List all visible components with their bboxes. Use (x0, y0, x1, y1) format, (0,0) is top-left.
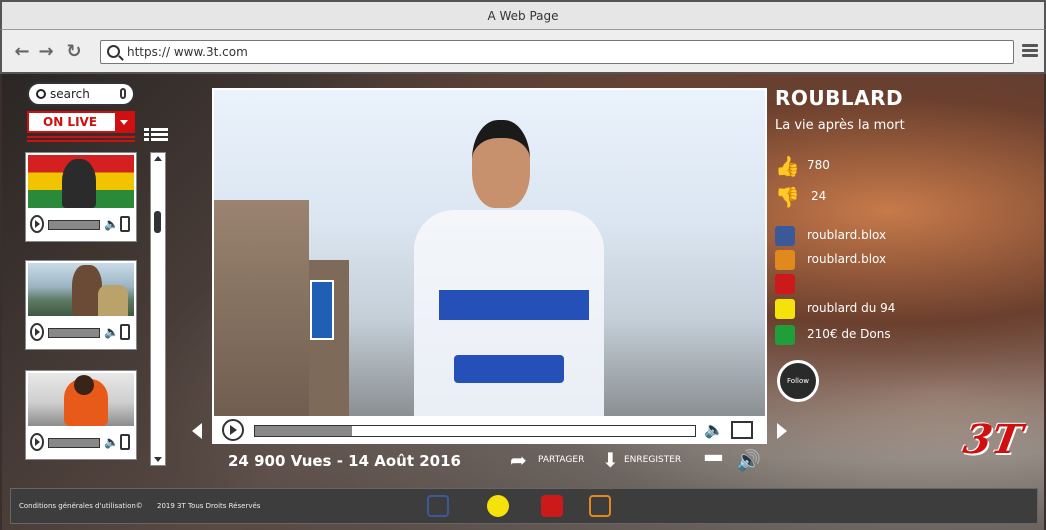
browser-toolbar: ← → ↻ https:// www.3t.com (0, 30, 1046, 74)
list-view-icon[interactable] (144, 128, 168, 146)
volume-icon[interactable]: 🔈 (104, 435, 119, 449)
terms-link[interactable]: Conditions générales d'utilisation© (19, 502, 143, 510)
site-logo: 3T (959, 416, 1026, 463)
list-item[interactable]: 🔈 (25, 370, 137, 460)
video-player[interactable] (212, 88, 767, 418)
facebook-icon (775, 226, 795, 246)
video-frame-building (214, 200, 309, 416)
menu-icon[interactable] (1022, 44, 1038, 58)
thumbnail-image[interactable] (28, 263, 134, 316)
instagram-icon (775, 250, 795, 270)
fullscreen-icon[interactable] (120, 216, 130, 232)
thumbs-up-icon[interactable]: 👍 (775, 154, 800, 178)
thumbnail-controls: 🔈 (28, 213, 134, 237)
forward-arrow-icon[interactable]: → (36, 42, 56, 62)
fullscreen-icon[interactable] (120, 434, 130, 450)
previous-video-arrow-icon[interactable] (192, 423, 202, 439)
back-arrow-icon[interactable]: ← (12, 42, 32, 62)
thumbnail-progress[interactable] (48, 438, 100, 448)
volume-icon[interactable]: 🔈 (104, 325, 119, 339)
download-icon[interactable]: ⬇ (602, 448, 619, 472)
video-frame-person (414, 120, 604, 416)
youtube-icon (775, 274, 795, 294)
follow-button[interactable]: Follow (777, 360, 819, 402)
fullscreen-icon[interactable] (731, 421, 753, 439)
video-progress-fill (255, 426, 352, 436)
page-content: search ON LIVE 🔈 🔈 🔈 🔈 24 900 Vues - 14 … (2, 74, 1044, 530)
snapchat-icon (775, 299, 795, 319)
volume-icon[interactable]: 🔈 (104, 217, 119, 231)
thumbs-down-icon[interactable]: 👎 (775, 185, 800, 209)
play-icon[interactable] (30, 433, 44, 451)
scroll-up-icon[interactable] (154, 156, 162, 161)
instagram-handle: roublard.blox (807, 252, 887, 266)
scroll-down-icon[interactable] (154, 457, 162, 462)
address-bar[interactable]: https:// www.3t.com (100, 40, 1014, 64)
instagram-icon[interactable] (589, 495, 611, 517)
song-title: La vie après la mort (775, 118, 905, 133)
volume-icon[interactable]: 🔈 (704, 420, 724, 439)
artist-name: ROUBLARD (775, 86, 904, 110)
divider-lines (27, 134, 135, 144)
thumbnail-progress[interactable] (48, 328, 100, 338)
footer: Conditions générales d'utilisation© 2019… (10, 488, 1038, 524)
reload-icon[interactable]: ↻ (64, 42, 84, 62)
thumbnail-controls: 🔈 (28, 321, 134, 345)
volume-icon[interactable]: 🔊 (736, 448, 761, 472)
download-button[interactable]: ENREGISTER (624, 455, 681, 465)
thumbnail-progress[interactable] (48, 220, 100, 230)
search-placeholder: search (50, 87, 90, 101)
share-icon[interactable]: ➦ (510, 448, 527, 472)
facebook-icon[interactable] (427, 495, 449, 517)
live-dropdown-label: ON LIVE (43, 115, 98, 129)
play-icon[interactable] (222, 419, 244, 441)
window-title-bar: A Web Page (0, 0, 1046, 30)
scrollbar-thumb[interactable] (154, 211, 161, 233)
search-input[interactable]: search (27, 82, 135, 106)
snapchat-handle: roublard du 94 (807, 301, 896, 315)
window-title: A Web Page (487, 9, 559, 23)
views-and-date: 24 900 Vues - 14 Août 2016 (228, 452, 461, 470)
video-progress-bar[interactable] (254, 425, 696, 437)
thumbnail-image[interactable] (28, 155, 134, 208)
fullscreen-icon[interactable] (120, 324, 130, 340)
dislikes-count: 24 (811, 189, 827, 203)
chevron-down-icon[interactable] (115, 113, 133, 131)
live-dropdown[interactable]: ON LIVE (27, 111, 135, 133)
next-video-arrow-icon[interactable] (777, 423, 787, 439)
share-button[interactable]: PARTAGER (538, 455, 584, 465)
more-options-icon[interactable]: ■■■ (704, 453, 723, 462)
play-icon[interactable] (30, 323, 44, 341)
url-text: https:// www.3t.com (127, 45, 248, 59)
money-icon (775, 325, 795, 345)
youtube-icon[interactable] (541, 495, 563, 517)
play-icon[interactable] (30, 215, 44, 233)
microphone-icon[interactable] (120, 88, 126, 99)
video-thumbnail-list: 🔈 🔈 🔈 (25, 152, 137, 470)
copyright-text: 2019 3T Tous Droits Réservés (157, 502, 261, 510)
video-controls: 🔈 (212, 416, 767, 444)
list-item[interactable]: 🔈 (25, 152, 137, 242)
likes-count: 780 (807, 158, 830, 172)
video-frame-sign (310, 280, 334, 340)
facebook-handle: roublard.blox (807, 228, 887, 242)
thumbnail-image[interactable] (28, 373, 134, 426)
snapchat-icon[interactable] (487, 495, 509, 517)
donations-amount: 210€ de Dons (807, 327, 891, 341)
search-icon (107, 45, 120, 58)
search-icon (36, 89, 46, 99)
thumbnail-scrollbar[interactable] (150, 152, 166, 466)
thumbnail-controls: 🔈 (28, 431, 134, 455)
list-item[interactable]: 🔈 (25, 260, 137, 350)
